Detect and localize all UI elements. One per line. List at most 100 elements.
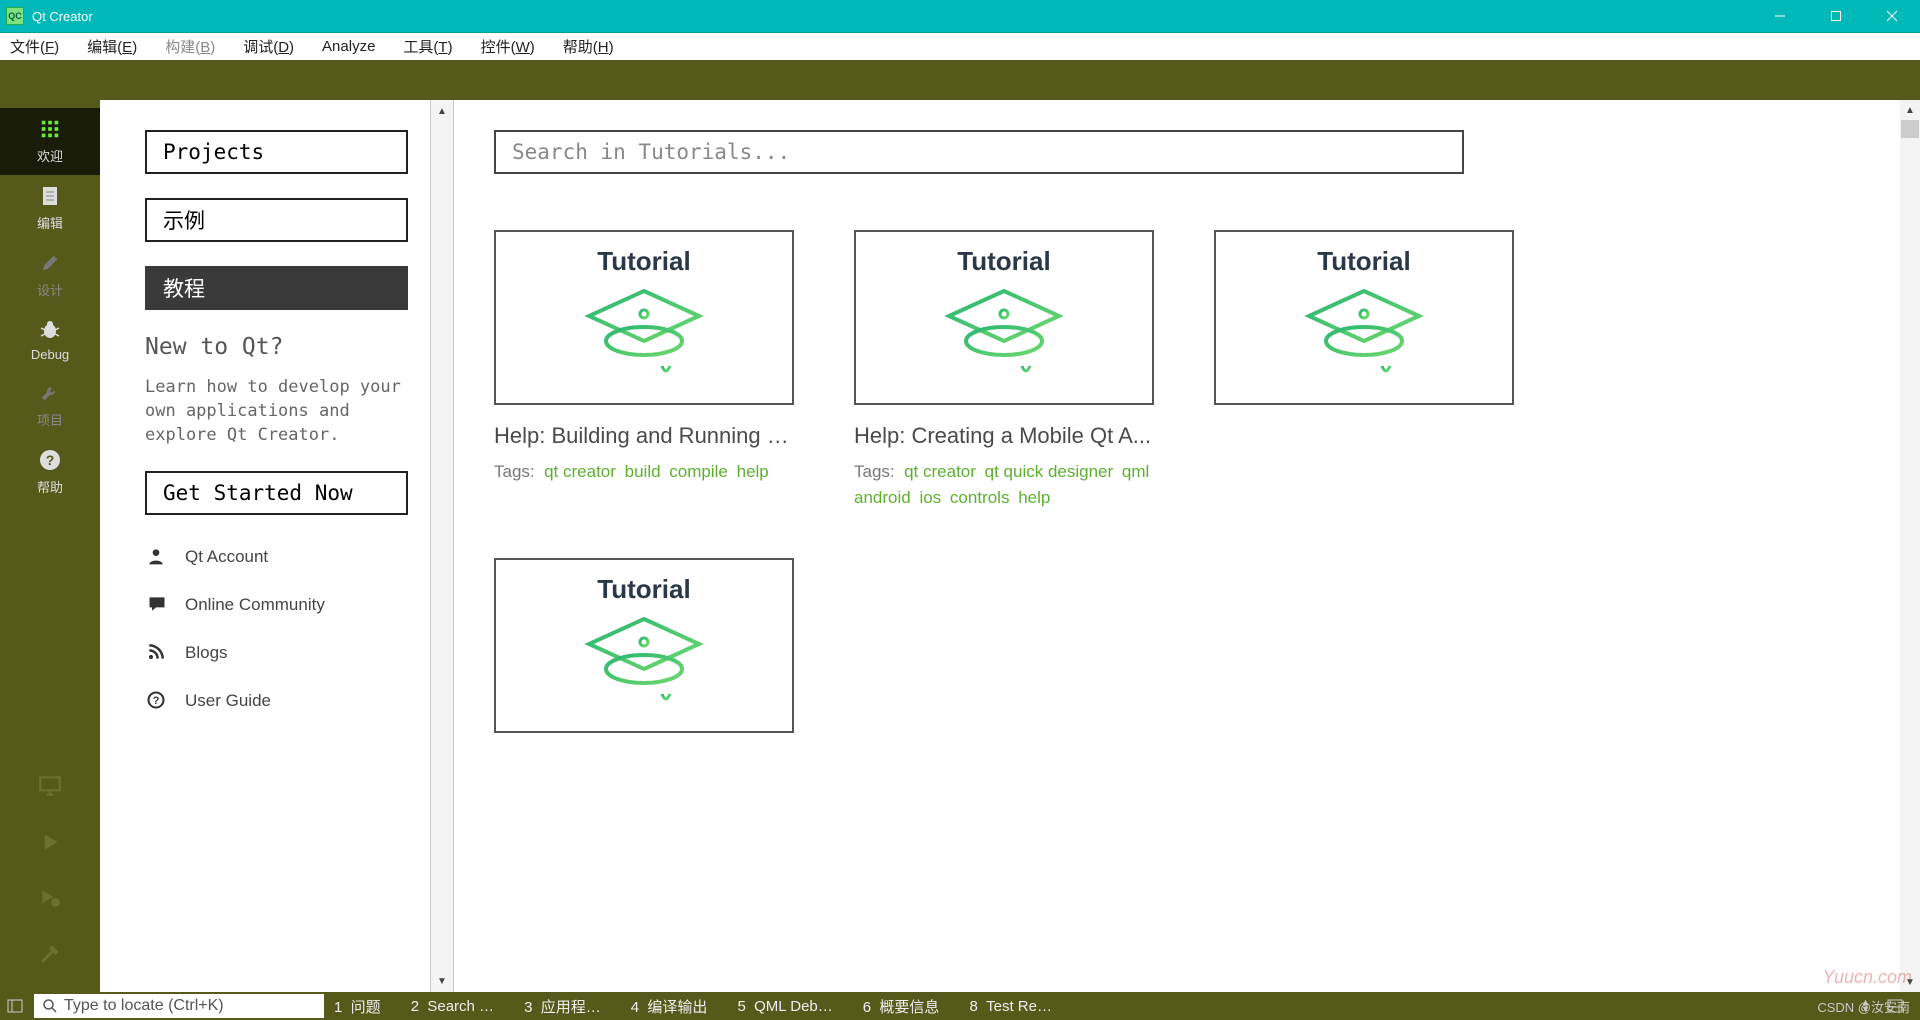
maximize-button[interactable] xyxy=(1808,1,1864,31)
svg-text:?: ? xyxy=(46,452,55,468)
scroll-up-icon[interactable]: ▲ xyxy=(431,100,453,122)
welcome-link-qt-account[interactable]: Qt Account xyxy=(145,533,408,581)
svg-text:?: ? xyxy=(153,696,160,708)
tag[interactable]: qml xyxy=(1122,462,1149,481)
welcome-sidebar: Projects 示例教程 New to Qt? Learn how to dev… xyxy=(100,100,430,992)
sidebar-scrollbar[interactable]: ▲ ▼ xyxy=(430,100,454,992)
tag[interactable]: qt creator xyxy=(544,462,616,481)
tag[interactable]: qt creator xyxy=(904,462,976,481)
tutorial-thumb: Tutorial xyxy=(494,230,794,405)
scroll-up-icon[interactable]: ▲ xyxy=(1900,100,1920,120)
app-icon: QC xyxy=(6,7,24,25)
toggle-sidebar-button[interactable] xyxy=(0,992,30,1020)
tutorial-thumb: Tutorial xyxy=(854,230,1154,405)
tutorials-panel: Search in Tutorials... Tutorial Help: Bu… xyxy=(454,100,1900,992)
mode-edit[interactable]: 编辑 xyxy=(0,175,100,242)
menu-B[interactable]: 构建(B) xyxy=(165,36,215,57)
minimize-button[interactable] xyxy=(1752,1,1808,31)
close-button[interactable] xyxy=(1864,1,1920,31)
link-label: Qt Account xyxy=(185,547,268,567)
output-pane-4[interactable]: 4 编译输出 xyxy=(631,996,708,1017)
welcome-nav-示例[interactable]: 示例 xyxy=(145,198,408,242)
welcome-link-online-community[interactable]: Online Community xyxy=(145,581,408,629)
new-to-qt-heading: New to Qt? xyxy=(145,334,408,360)
mode-label: 编辑 xyxy=(37,213,63,232)
rss-icon xyxy=(145,642,173,664)
output-pane-6[interactable]: 6 概要信息 xyxy=(863,996,940,1017)
mode-label: 欢迎 xyxy=(37,146,63,165)
bug-icon xyxy=(36,317,64,343)
locator-placeholder: Type to locate (Ctrl+K) xyxy=(64,997,224,1015)
menu-T[interactable]: 工具(T) xyxy=(403,36,452,57)
tutorial-card[interactable]: Tutorial xyxy=(1214,230,1514,510)
mode-debug[interactable]: Debug xyxy=(0,309,100,372)
person-icon xyxy=(145,546,173,568)
tag[interactable]: qt quick designer xyxy=(985,462,1114,481)
tag[interactable]: build xyxy=(625,462,661,481)
output-pane-8[interactable]: 8 Test Re… xyxy=(969,998,1052,1015)
main-scrollbar[interactable]: ▲ ▼ xyxy=(1900,100,1920,992)
welcome-link-user-guide[interactable]: ?User Guide xyxy=(145,677,408,725)
menu-F[interactable]: 文件(F) xyxy=(10,36,59,57)
scroll-thumb[interactable] xyxy=(1901,120,1919,138)
link-label: Blogs xyxy=(185,643,228,663)
output-pane-2[interactable]: 2 Search … xyxy=(411,998,494,1015)
mode-welcome[interactable]: 欢迎 xyxy=(0,108,100,175)
hammer-button[interactable] xyxy=(20,926,80,982)
window-title: Qt Creator xyxy=(32,9,93,24)
mode-label: Debug xyxy=(31,347,69,362)
speech-icon xyxy=(145,594,173,616)
document-icon xyxy=(36,183,64,209)
menu-E[interactable]: 编辑(E) xyxy=(87,36,137,57)
tag[interactable]: android xyxy=(854,488,911,507)
menu-D[interactable]: 调试(D) xyxy=(243,36,294,57)
menu-W[interactable]: 控件(W) xyxy=(481,36,535,57)
mode-help[interactable]: ? 帮助 xyxy=(0,439,100,506)
monitor-button[interactable] xyxy=(20,758,80,814)
output-updown-icon[interactable]: ▲▼ xyxy=(1861,999,1870,1013)
tutorial-card[interactable]: Tutorial Help: Building and Running a...… xyxy=(494,230,794,510)
tutorial-card[interactable]: Tutorial xyxy=(494,558,794,733)
welcome-link-blogs[interactable]: Blogs xyxy=(145,629,408,677)
welcome-nav-教程[interactable]: 教程 xyxy=(145,266,408,310)
output-pane-3[interactable]: 3 应用程… xyxy=(524,996,601,1017)
tag[interactable]: controls xyxy=(950,488,1010,507)
new-to-qt-body: Learn how to develop your own applicatio… xyxy=(145,376,408,447)
menu-Analyze[interactable]: Analyze xyxy=(322,38,375,55)
scroll-down-icon[interactable]: ▼ xyxy=(431,970,453,992)
menu-H[interactable]: 帮助(H) xyxy=(563,36,614,57)
tutorial-title: Help: Building and Running a... xyxy=(494,423,794,449)
tutorial-title: Help: Creating a Mobile Qt A... xyxy=(854,423,1154,449)
tutorials-search-input[interactable]: Search in Tutorials... xyxy=(494,130,1464,174)
tag[interactable]: compile xyxy=(669,462,728,481)
output-pane-5[interactable]: 5 QML Deb… xyxy=(737,998,832,1015)
tutorial-thumb: Tutorial xyxy=(494,558,794,733)
mode-label: 帮助 xyxy=(37,477,63,496)
pencil-icon xyxy=(36,250,64,276)
titlebar: QC Qt Creator xyxy=(0,0,1920,32)
play-button[interactable] xyxy=(20,814,80,870)
tag[interactable]: ios xyxy=(919,488,941,507)
menubar: 文件(F) 编辑(E) 构建(B) 调试(D) Analyze 工具(T) 控件(W) 帮助(… xyxy=(0,32,1920,60)
tag[interactable]: help xyxy=(1018,488,1050,507)
mode-rail: 欢迎编辑设计 Debug 项目? 帮助 xyxy=(0,60,100,992)
locator-input[interactable]: Type to locate (Ctrl+K) xyxy=(34,994,324,1018)
welcome-nav-Projects[interactable]: Projects xyxy=(145,130,408,174)
tutorial-tags: Tags: qt creator qt quick designer qml a… xyxy=(854,459,1154,510)
get-started-button[interactable]: Get Started Now xyxy=(145,471,408,515)
mode-label: 设计 xyxy=(37,280,63,299)
grid-icon xyxy=(36,116,64,142)
statusbar: Type to locate (Ctrl+K) 1 问题 2 Search … 3 … xyxy=(0,992,1920,1020)
tutorial-thumb: Tutorial xyxy=(1214,230,1514,405)
output-pane-1[interactable]: 1 问题 xyxy=(334,996,381,1017)
scroll-down-icon[interactable]: ▼ xyxy=(1900,972,1920,992)
play-bug-button[interactable] xyxy=(20,870,80,926)
tutorial-tags: Tags: qt creator build compile help xyxy=(494,459,794,485)
mode-projects[interactable]: 项目 xyxy=(0,372,100,439)
wrench-icon xyxy=(36,380,64,406)
question-circle-icon: ? xyxy=(145,690,173,712)
tutorial-card[interactable]: Tutorial Help: Creating a Mobile Qt A...… xyxy=(854,230,1154,510)
mode-design[interactable]: 设计 xyxy=(0,242,100,309)
toggle-output-button[interactable] xyxy=(1880,992,1910,1020)
tag[interactable]: help xyxy=(737,462,769,481)
